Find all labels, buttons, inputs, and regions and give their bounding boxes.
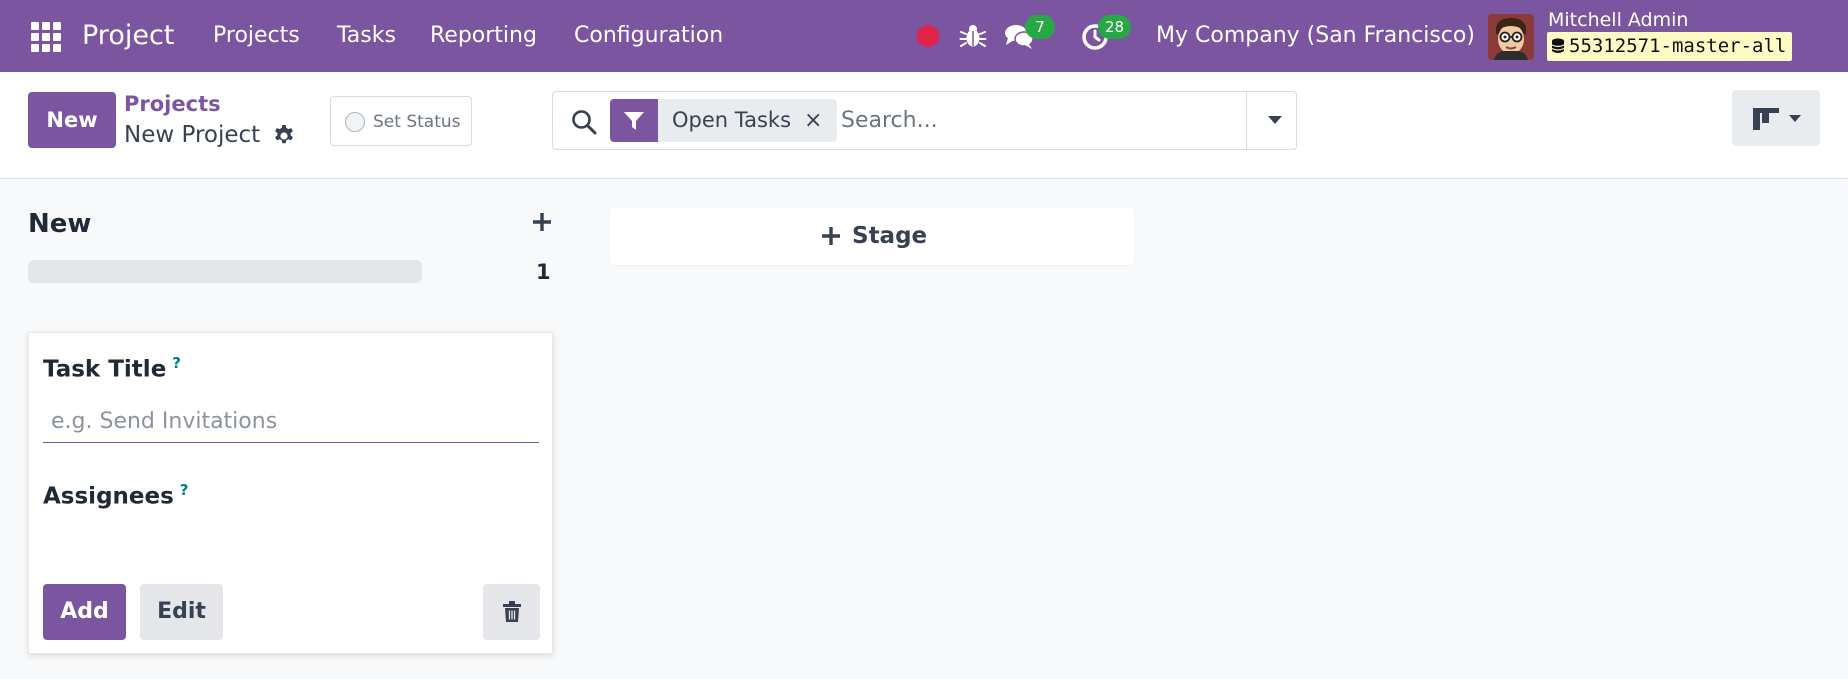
set-status-label: Set Status [373,112,461,132]
avatar[interactable] [1488,14,1534,60]
facet-label: Open Tasks [672,108,792,132]
column-progress-bar[interactable] [28,260,422,283]
search-divider [1246,92,1247,149]
menu-reporting[interactable]: Reporting [430,16,537,56]
search-options-toggle[interactable] [1268,116,1282,124]
help-tooltip-icon[interactable]: ? [180,481,189,499]
help-tooltip-icon[interactable]: ? [172,354,181,372]
top-navbar: Project Projects Tasks Reporting Configu… [0,0,1848,72]
remove-facet-icon[interactable]: × [804,99,822,142]
chevron-down-icon [1789,115,1801,122]
task-title-label: Task Title? [43,354,181,383]
database-name: 55312571-master-all [1569,35,1787,57]
column-quick-add-icon[interactable] [530,210,554,234]
gear-icon[interactable] [272,124,296,148]
column-record-count: 1 [536,260,551,284]
activities-count-badge: 28 [1098,15,1132,39]
plus-icon [822,227,840,245]
add-stage-label: Stage [852,223,928,249]
control-panel: New Projects New Project Set Status Open… [0,72,1848,179]
discard-button[interactable] [483,584,540,640]
apps-grid-icon[interactable] [28,19,62,53]
user-name[interactable]: Mitchell Admin [1548,8,1688,32]
quick-create-card: Task Title? Assignees? Add Edit [28,332,553,654]
set-status-button[interactable]: Set Status [330,96,472,146]
search-facet: Open Tasks × [658,99,837,142]
trash-icon [503,601,521,622]
filter-icon [624,112,644,130]
edit-button[interactable]: Edit [140,584,223,640]
search-bar: Open Tasks × [552,91,1297,150]
record-dot-icon[interactable] [917,25,939,47]
kanban-view-icon [1753,108,1779,130]
app-title[interactable]: Project [82,14,174,58]
breadcrumb-current: New Project [124,122,261,148]
breadcrumb-projects-link[interactable]: Projects [124,90,221,118]
status-radio-icon [345,112,365,132]
assignees-field[interactable] [43,513,539,555]
filter-facet-icon [610,99,658,142]
task-title-input[interactable] [43,401,539,443]
new-button[interactable]: New [28,92,116,148]
column-title[interactable]: New [28,207,91,241]
menu-projects[interactable]: Projects [213,16,300,56]
add-button[interactable]: Add [43,584,126,640]
search-input[interactable] [841,100,1261,141]
messages-count-badge: 7 [1025,15,1055,39]
menu-tasks[interactable]: Tasks [337,16,396,56]
view-switcher-button[interactable] [1732,90,1820,146]
database-badge: 55312571-master-all [1547,32,1793,61]
add-stage-button[interactable]: Stage [610,208,1134,265]
menu-configuration[interactable]: Configuration [574,16,723,56]
search-icon[interactable] [570,108,598,136]
bug-icon[interactable] [957,20,989,52]
database-icon [1551,38,1565,53]
assignees-label: Assignees? [43,481,189,510]
company-switcher[interactable]: My Company (San Francisco) [1156,16,1475,56]
